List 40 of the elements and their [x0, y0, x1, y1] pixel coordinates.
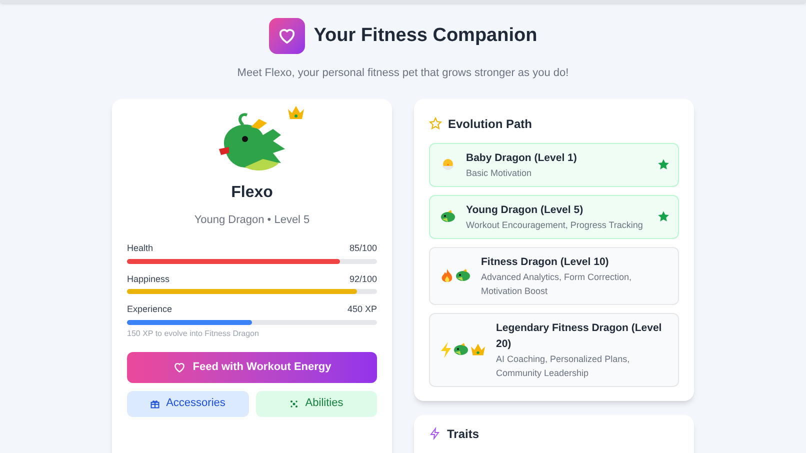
- section-title: Evolution Path: [448, 116, 532, 132]
- chick-icon: [440, 156, 456, 172]
- pet-description: Young Dragon • Level 5: [193, 212, 311, 228]
- sparkle-icon: [289, 398, 300, 408]
- stat-label: Health: [127, 242, 154, 255]
- stat-label: Happiness: [127, 272, 170, 286]
- stat-label: Experience: [127, 303, 172, 316]
- stage-features: Basic Motivation: [466, 166, 533, 180]
- heart-icon: [172, 360, 186, 374]
- dragon-icon: [455, 268, 471, 282]
- crown-icon: [470, 342, 486, 356]
- stage-name: Baby Dragon (Level 1): [466, 150, 578, 166]
- stage-name: Fitness Dragon (Level 10): [481, 254, 610, 270]
- feed-button[interactable]: Feed with Workout Energy: [127, 352, 377, 382]
- pet-name: Flexo: [230, 182, 274, 202]
- stage-name: Legendary Fitness Dragon (Level 20): [496, 320, 663, 352]
- stat-value: 85/100: [349, 242, 377, 255]
- crown-icon: [287, 104, 305, 120]
- gift-icon: [150, 398, 160, 408]
- dragon-icon: [440, 210, 456, 224]
- xp-note: 150 XP to evolve into Fitness Dragon: [127, 328, 260, 340]
- stat-value: 450 XP: [347, 303, 377, 316]
- lightning-icon: [429, 427, 441, 440]
- stage-features: AI Coaching, Personalized Plans, Community Leadership: [496, 352, 631, 380]
- star-icon: [657, 210, 670, 223]
- stage-features: Workout Encouragement, Progress Tracking: [466, 218, 644, 232]
- heart-logo-icon: [268, 18, 305, 54]
- stage-features: Advanced Analytics, Form Correction, Motivation Boost: [481, 270, 633, 298]
- accessories-button[interactable]: Accessories: [127, 390, 248, 416]
- stage-name: Young Dragon (Level 5): [466, 202, 584, 218]
- page-subtitle: Meet Flexo, your personal fitness pet that grows stronger as you do!: [237, 66, 569, 81]
- section-title: Traits: [447, 426, 480, 442]
- star-icon: [657, 158, 670, 171]
- dragon-icon: [453, 342, 469, 356]
- fire-icon: [440, 268, 454, 284]
- abilities-button[interactable]: Abilities: [256, 390, 377, 416]
- stat-value: 92/100: [349, 272, 377, 286]
- page-title: Your Fitness Companion: [314, 24, 538, 48]
- star-icon: [429, 117, 442, 130]
- lightning-icon: [440, 342, 452, 358]
